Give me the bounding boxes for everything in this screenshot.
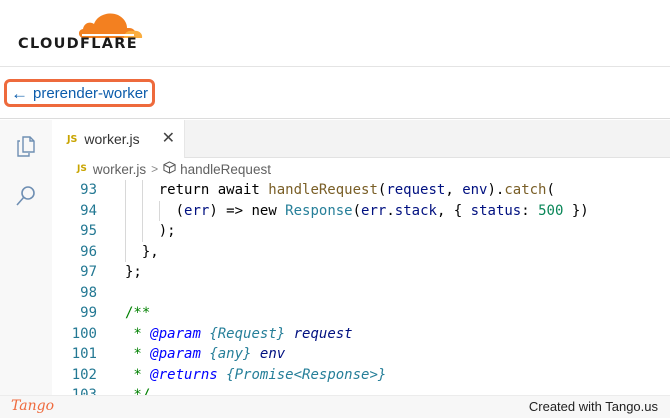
code-token: catch bbox=[504, 182, 547, 198]
code-text: * @param {any} env bbox=[125, 344, 285, 365]
line-number: 99 bbox=[80, 305, 97, 321]
code-token: env bbox=[259, 346, 286, 362]
breadcrumb-file[interactable]: worker.js bbox=[93, 162, 146, 177]
code-line[interactable]: 103 */ bbox=[52, 385, 670, 395]
code-text: * @returns {Promise<Response>} bbox=[125, 365, 386, 386]
arrow-left-icon: ← bbox=[11, 83, 28, 103]
code-token: }; bbox=[125, 264, 142, 280]
cube-icon bbox=[163, 161, 176, 177]
code-token: , { bbox=[436, 202, 471, 219]
code-token: ( bbox=[352, 202, 362, 219]
breadcrumb-symbol[interactable]: handleRequest bbox=[180, 162, 271, 177]
line-number: 101 bbox=[71, 346, 97, 362]
js-file-icon: JS bbox=[67, 133, 78, 145]
code-token: ( bbox=[546, 182, 555, 198]
code-token: Response bbox=[285, 202, 353, 219]
code-token: ); bbox=[125, 223, 176, 239]
tango-footer: Tango Created with Tango.us bbox=[0, 395, 670, 418]
code-text: * @param {Request} request bbox=[125, 324, 353, 345]
line-number: 94 bbox=[80, 202, 97, 219]
breadcrumb-separator: > bbox=[151, 162, 159, 176]
worker-navigation-bar: ← prerender-worker bbox=[0, 67, 670, 119]
code-token: /** bbox=[125, 305, 151, 321]
code-token: {Request} bbox=[209, 325, 286, 342]
code-token: */ bbox=[125, 387, 151, 395]
cloudflare-logo[interactable]: CLOUDFLARE bbox=[18, 10, 143, 54]
code-text: }; bbox=[125, 262, 142, 283]
code-line[interactable]: 93 return await handleRequest ( request, e… bbox=[52, 180, 670, 201]
tango-screenshot-frame: CLOUDFLARE ← prerender-worker JS worker.… bbox=[0, 0, 670, 418]
code-editor[interactable]: 93 return await handleRequest ( request, e… bbox=[52, 180, 670, 395]
line-number: 95 bbox=[80, 223, 97, 239]
code-token: stack bbox=[394, 202, 437, 219]
code-line[interactable]: 101 * @param {any} env bbox=[52, 344, 670, 365]
js-file-icon: JS bbox=[77, 164, 87, 174]
code-token: status bbox=[470, 202, 522, 219]
code-line[interactable]: 102 * @returns {Promise<Response>} bbox=[52, 365, 670, 386]
code-token: , bbox=[445, 182, 463, 198]
code-token: env bbox=[462, 182, 488, 198]
code-token: err bbox=[184, 202, 210, 219]
code-token: return await bbox=[125, 182, 269, 198]
code-token: request bbox=[386, 182, 446, 198]
explorer-files-icon[interactable] bbox=[14, 134, 38, 158]
code-line[interactable]: 94 (err) => new Response(err.stack, { st… bbox=[52, 200, 670, 222]
code-token: }) bbox=[563, 202, 589, 219]
code-token: ) => new bbox=[209, 202, 286, 219]
code-token: @returns bbox=[150, 366, 218, 383]
worker-name-label: prerender-worker bbox=[33, 84, 149, 102]
code-token: : bbox=[521, 202, 539, 219]
created-with-tango[interactable]: Created with Tango.us bbox=[529, 399, 658, 414]
code-token: {Promise<Response>} bbox=[226, 366, 387, 383]
code-token: ( bbox=[125, 202, 185, 219]
code-line[interactable]: 99 /** bbox=[52, 303, 670, 324]
code-line[interactable]: 96 }, bbox=[52, 241, 670, 263]
tab-worker-js[interactable]: JS worker.js ✕ bbox=[52, 120, 185, 158]
code-token: @param bbox=[150, 346, 201, 362]
line-number: 96 bbox=[80, 243, 97, 260]
tab-label: worker.js bbox=[84, 131, 140, 147]
code-line[interactable]: 97}; bbox=[52, 262, 670, 283]
back-to-worker-link[interactable]: ← prerender-worker bbox=[4, 79, 156, 107]
line-number: 103 bbox=[71, 387, 97, 395]
code-line[interactable]: 100 * @param {Request} request bbox=[52, 324, 670, 345]
code-line[interactable]: 98 bbox=[52, 283, 670, 304]
code-text: (err) => new Response(err.stack, { statu… bbox=[125, 201, 589, 222]
tango-logo[interactable]: Tango bbox=[11, 398, 54, 414]
code-token: * bbox=[125, 366, 151, 383]
code-text: ); bbox=[125, 221, 176, 242]
code-token: * bbox=[125, 346, 151, 362]
line-number: 100 bbox=[71, 325, 97, 342]
code-text: */ bbox=[125, 385, 150, 395]
code-token: request bbox=[293, 325, 353, 342]
line-number: 98 bbox=[80, 284, 97, 301]
code-text: return await handleRequest ( request, env)… bbox=[125, 180, 555, 201]
code-line[interactable]: 95 ); bbox=[52, 221, 670, 242]
activity-bar bbox=[0, 120, 52, 395]
cloudflare-header: CLOUDFLARE bbox=[0, 0, 670, 67]
code-text: /** bbox=[125, 303, 150, 324]
code-token: 500 bbox=[538, 202, 564, 219]
code-token: @param bbox=[150, 325, 201, 342]
code-token: }, bbox=[125, 243, 159, 260]
code-token: ). bbox=[487, 182, 505, 198]
close-icon[interactable]: ✕ bbox=[162, 129, 175, 149]
code-token: {any} bbox=[209, 346, 252, 362]
line-number: 93 bbox=[80, 182, 97, 198]
code-token: * bbox=[125, 325, 151, 342]
line-number: 102 bbox=[71, 366, 97, 383]
breadcrumb: JS worker.js > handleRequest bbox=[52, 158, 670, 180]
brand-wordmark: CLOUDFLARE bbox=[18, 36, 138, 52]
code-text: }, bbox=[125, 242, 159, 263]
search-icon[interactable] bbox=[14, 184, 38, 208]
code-token: handleRequest bbox=[268, 182, 378, 198]
code-token: err bbox=[361, 202, 387, 219]
code-token: . bbox=[386, 202, 395, 219]
line-number: 97 bbox=[80, 264, 97, 280]
editor-tab-bar: JS worker.js ✕ bbox=[52, 120, 670, 158]
